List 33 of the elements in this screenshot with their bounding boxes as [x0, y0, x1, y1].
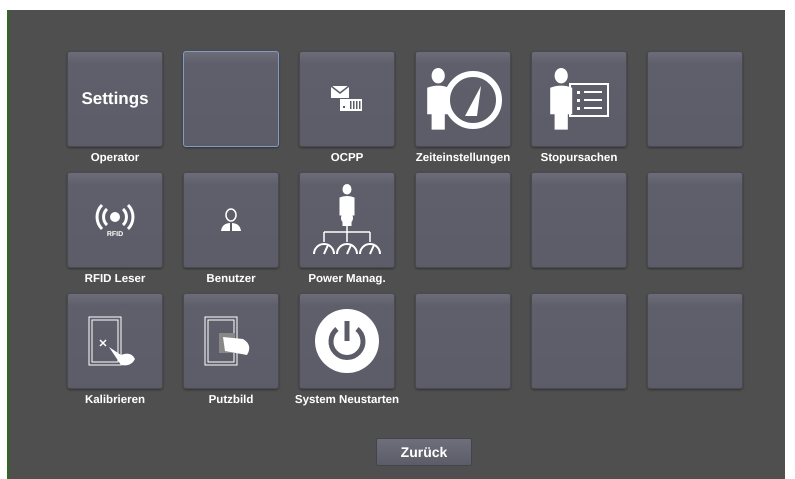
tile-label: Benutzer — [206, 273, 256, 285]
menu-tile[interactable] — [183, 172, 279, 268]
hierarchy-icon — [312, 184, 382, 256]
tile-label: Zeiteinstellungen — [416, 152, 510, 164]
menu-tile[interactable] — [183, 51, 279, 147]
tile-label: RFID Leser — [84, 273, 146, 285]
menu-tile[interactable] — [531, 172, 627, 268]
menu-tile[interactable] — [415, 293, 511, 389]
power-icon — [315, 309, 379, 373]
radio-waves-icon — [96, 204, 134, 230]
tile-label: System Neustarten — [294, 394, 400, 406]
menu-tile[interactable] — [531, 293, 627, 389]
tile-label: Stopursachen — [540, 152, 618, 164]
mail-terminal-icon — [330, 85, 364, 113]
menu-tile[interactable] — [183, 293, 279, 389]
menu-tile[interactable] — [299, 293, 395, 389]
menu-tile[interactable] — [415, 51, 511, 147]
tile-label: Operator — [90, 152, 140, 164]
menu-tile[interactable] — [415, 172, 511, 268]
menu-tile[interactable] — [647, 172, 743, 268]
tile-label: Putzbild — [208, 394, 254, 406]
menu-tile[interactable] — [67, 293, 163, 389]
menu-tile[interactable] — [531, 51, 627, 147]
user-icon — [220, 208, 242, 232]
menu-tile[interactable] — [647, 51, 743, 147]
tile-label: Kalibrieren — [84, 394, 146, 406]
tile-label: Power Manag. — [308, 273, 386, 285]
menu-tile[interactable] — [299, 51, 395, 147]
back-button[interactable]: Zurück — [376, 438, 472, 466]
menu-tile[interactable] — [299, 172, 395, 268]
tile-label: OCPP — [330, 152, 364, 164]
menu-tile[interactable] — [647, 293, 743, 389]
settings-tile[interactable]: Settings — [67, 51, 163, 147]
